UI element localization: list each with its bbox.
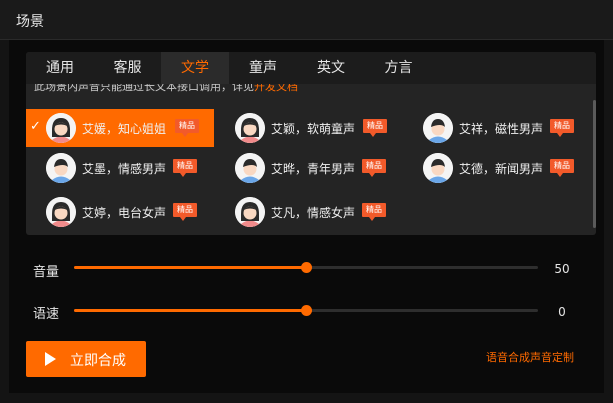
voice-item-aiyuan[interactable]: ✓ 艾媛，知心姐姐 精品 bbox=[26, 109, 214, 147]
female-avatar-icon bbox=[46, 197, 76, 227]
female-avatar-icon bbox=[46, 113, 76, 143]
notice-text: 此场景内声音只能通过长文本接口调用，详见开发文档 bbox=[34, 84, 298, 93]
check-icon: ✓ bbox=[30, 119, 41, 134]
speed-slider[interactable] bbox=[74, 305, 538, 316]
page-title: 场景 bbox=[16, 14, 44, 30]
scene-tabs: 通用 客服 文学 童声 英文 方言 bbox=[26, 52, 596, 84]
voice-name: 艾颖，软萌童声 bbox=[271, 122, 356, 136]
speed-fill bbox=[74, 309, 306, 312]
premium-badge: 精品 bbox=[173, 203, 197, 221]
voice-name: 艾祥，磁性男声 bbox=[459, 122, 544, 136]
female-avatar-icon bbox=[235, 197, 265, 227]
voice-item-aifan[interactable]: 艾凡，情感女声 精品 bbox=[215, 193, 403, 231]
speed-label: 语速 bbox=[33, 307, 60, 322]
premium-badge: 精品 bbox=[363, 119, 387, 137]
left-border bbox=[0, 40, 9, 393]
male-avatar-icon bbox=[423, 113, 453, 143]
voice-name: 艾墨，情感男声 bbox=[82, 162, 167, 176]
tab-child-voice[interactable]: 童声 bbox=[229, 52, 297, 84]
voice-name: 艾凡，情感女声 bbox=[271, 206, 356, 220]
speed-handle[interactable] bbox=[301, 305, 312, 316]
male-avatar-icon bbox=[46, 153, 76, 183]
premium-badge: 精品 bbox=[362, 159, 386, 177]
speed-value: 0 bbox=[558, 305, 566, 319]
voice-item-aixiang[interactable]: 艾祥，磁性男声 精品 bbox=[403, 109, 591, 147]
premium-badge: 精品 bbox=[550, 119, 574, 137]
bottom-border bbox=[0, 393, 613, 403]
tab-english[interactable]: 英文 bbox=[297, 52, 365, 84]
voice-item-aiting[interactable]: 艾婷，电台女声 精品 bbox=[26, 193, 214, 231]
voice-panel: 此场景内声音只能通过长文本接口调用，详见开发文档 通用 客服 文学 童声 英文 … bbox=[26, 52, 596, 235]
volume-slider[interactable] bbox=[74, 262, 538, 273]
volume-label: 音量 bbox=[33, 265, 60, 280]
synthesize-label: 立即合成 bbox=[70, 353, 126, 369]
tab-literature[interactable]: 文学 bbox=[161, 52, 229, 84]
volume-value: 50 bbox=[554, 262, 570, 276]
header-bar: 场景 bbox=[0, 0, 613, 40]
dev-docs-link[interactable]: 开发文档 bbox=[254, 84, 298, 93]
female-avatar-icon bbox=[235, 113, 265, 143]
volume-handle[interactable] bbox=[301, 262, 312, 273]
notice-message: 此场景内声音只能通过长文本接口调用，详见 bbox=[34, 84, 254, 93]
right-border bbox=[604, 40, 613, 393]
volume-fill bbox=[74, 266, 306, 269]
voice-item-aiying[interactable]: 艾颖，软萌童声 精品 bbox=[215, 109, 403, 147]
custom-voice-link[interactable]: 语音合成声音定制 bbox=[486, 349, 574, 365]
voice-name: 艾媛，知心姐姐 bbox=[82, 122, 167, 136]
voice-name: 艾晔，青年男声 bbox=[271, 162, 356, 176]
voice-name: 艾德，新闻男声 bbox=[459, 162, 544, 176]
premium-badge: 精品 bbox=[362, 203, 386, 221]
male-avatar-icon bbox=[423, 153, 453, 183]
voice-item-aimo[interactable]: 艾墨，情感男声 精品 bbox=[26, 149, 214, 187]
voice-name: 艾婷，电台女声 bbox=[82, 206, 167, 220]
play-icon bbox=[45, 352, 56, 366]
voice-list-scrollbar[interactable] bbox=[593, 100, 596, 228]
male-avatar-icon bbox=[235, 153, 265, 183]
voice-item-aiye[interactable]: 艾晔，青年男声 精品 bbox=[215, 149, 403, 187]
notice-row: 此场景内声音只能通过长文本接口调用，详见开发文档 bbox=[26, 84, 596, 93]
tab-dialect[interactable]: 方言 bbox=[365, 52, 432, 84]
voice-item-aide[interactable]: 艾德，新闻男声 精品 bbox=[403, 149, 591, 187]
tab-customer-service[interactable]: 客服 bbox=[94, 52, 161, 84]
premium-badge: 精品 bbox=[173, 159, 197, 177]
tab-general[interactable]: 通用 bbox=[26, 52, 94, 84]
premium-badge: 精品 bbox=[175, 119, 199, 137]
synthesize-button[interactable]: 立即合成 bbox=[26, 341, 146, 377]
premium-badge: 精品 bbox=[550, 159, 574, 177]
